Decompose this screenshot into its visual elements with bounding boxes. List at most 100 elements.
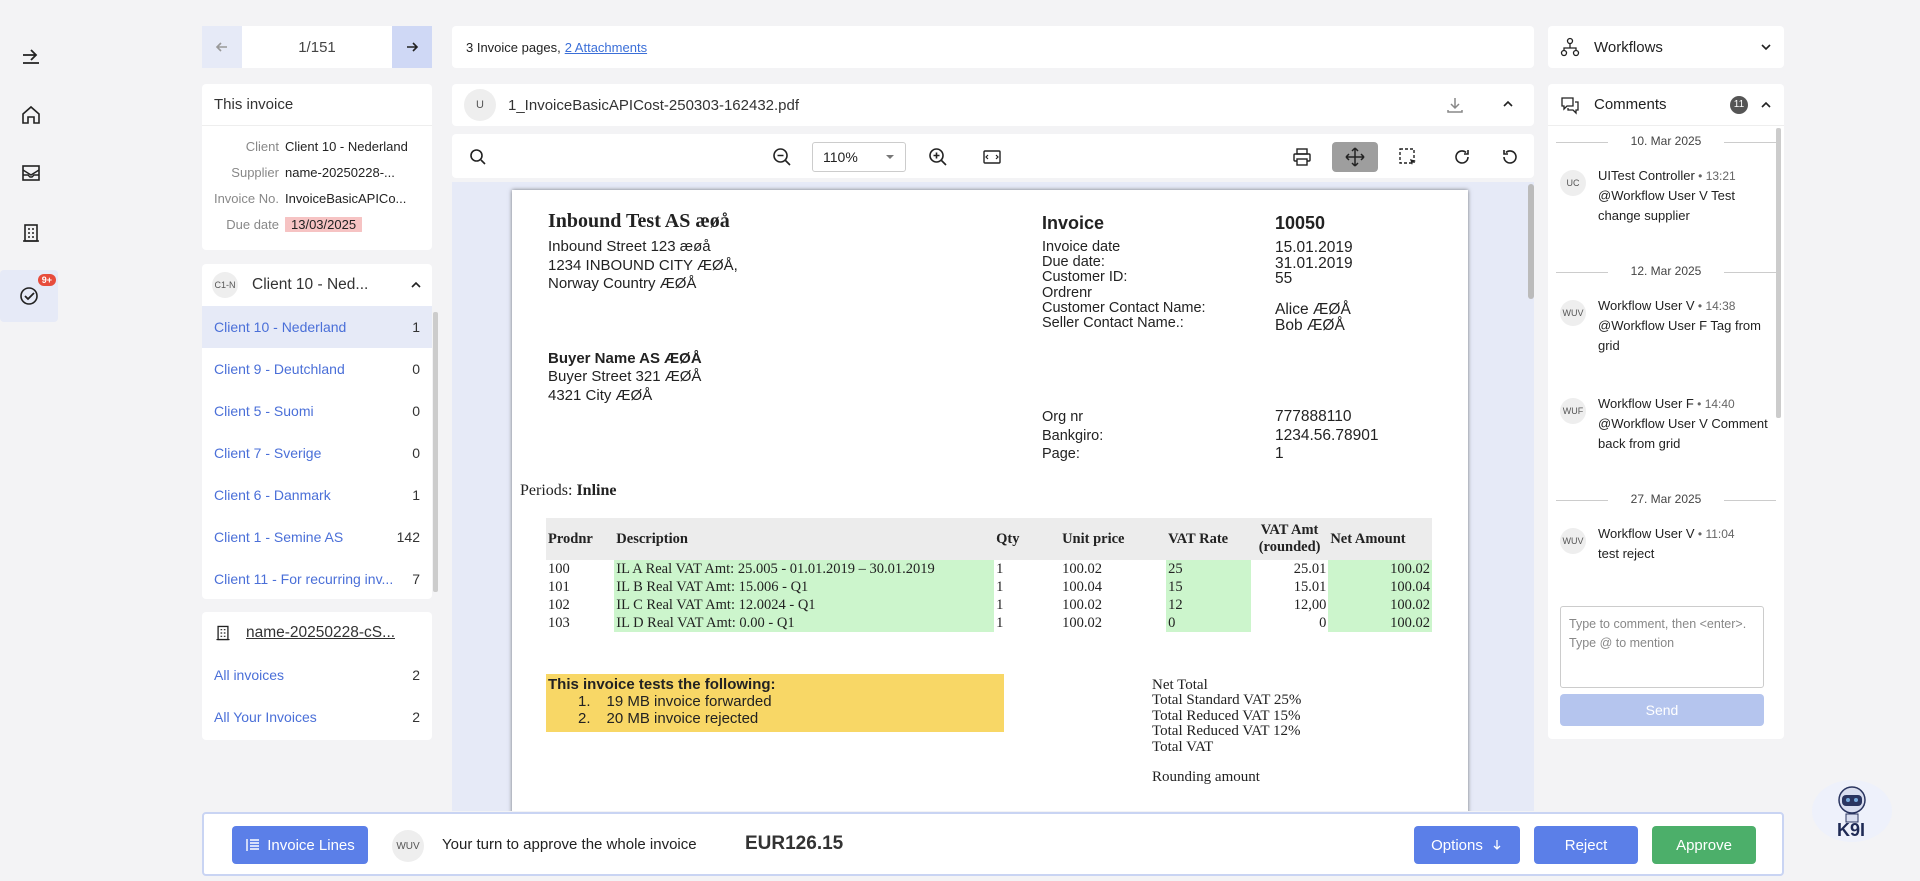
comment-mention[interactable]: @Workflow User V bbox=[1598, 188, 1708, 203]
detail-value: Client 10 - Nederland bbox=[285, 139, 420, 154]
collapse-menu-button[interactable] bbox=[10, 34, 52, 76]
table-row: 103 IL D Real VAT Amt: 0.00 - Q1 1 100.02 0 0… bbox=[546, 614, 1432, 632]
search-icon bbox=[470, 149, 486, 165]
comments-scrollbar[interactable] bbox=[1776, 128, 1781, 418]
pan-tool-button[interactable] bbox=[1332, 142, 1378, 172]
comment-item: UC UITest Controller • 13:21 @Workflow Use… bbox=[1560, 166, 1770, 226]
fit-width-button[interactable] bbox=[972, 142, 1012, 172]
supplier-header[interactable]: name-20250228-cS... bbox=[202, 612, 432, 654]
client-item[interactable]: Client 10 - Nederland 1 bbox=[202, 306, 432, 348]
attachments-link[interactable]: 2 Attachments bbox=[565, 40, 647, 55]
filter-count: 2 bbox=[412, 667, 420, 683]
client-name: Client 11 - For recurring inv... bbox=[214, 571, 394, 587]
comment-mention[interactable]: @Workflow User V bbox=[1598, 416, 1708, 431]
viewer-scrollbar[interactable] bbox=[1528, 184, 1534, 299]
invoice-lines-table: Prodnr Description Qty Unit price VAT Rate VA… bbox=[546, 518, 1432, 632]
client-item[interactable]: Client 9 - Deutchland 0 bbox=[202, 348, 432, 390]
print-button[interactable] bbox=[1282, 142, 1322, 172]
arrow-right-icon bbox=[407, 42, 419, 52]
invoice-details: Client Client 10 - Nederland Supplier name-… bbox=[202, 126, 432, 237]
collapse-document-button[interactable] bbox=[1502, 98, 1514, 110]
comment-author: Workflow User V bbox=[1598, 526, 1695, 541]
detail-key: Supplier bbox=[231, 164, 279, 180]
options-button[interactable]: Options bbox=[1414, 826, 1520, 864]
client-count: 0 bbox=[412, 403, 420, 419]
home-icon bbox=[22, 105, 40, 124]
table-cell: 100.02 bbox=[1328, 596, 1432, 614]
client-item[interactable]: Client 7 - Sverige 0 bbox=[202, 432, 432, 474]
clients-header[interactable]: C1-N Client 10 - Ned... bbox=[202, 264, 432, 306]
client-list-scrollbar[interactable] bbox=[433, 312, 438, 592]
detail-value: name-20250228-... bbox=[285, 165, 420, 180]
comment-time: 14:38 bbox=[1705, 299, 1736, 313]
comment-mention[interactable]: @Workflow User F bbox=[1598, 318, 1707, 333]
supplier-filter-item[interactable]: All invoices 2 bbox=[202, 654, 432, 696]
next-invoice-button[interactable] bbox=[392, 26, 432, 68]
text-line: 1234.56.78901 bbox=[1275, 426, 1379, 444]
select-area-icon bbox=[1399, 148, 1416, 165]
zoom-select[interactable]: 110% bbox=[812, 142, 906, 172]
seller-address: Inbound Street 123 æøå 1234 INBOUND CITY … bbox=[548, 238, 738, 294]
invoice-title: Invoice bbox=[1042, 213, 1105, 233]
client-name: Client 9 - Deutchland bbox=[214, 361, 345, 377]
client-item[interactable]: Client 6 - Danmark 1 bbox=[202, 474, 432, 516]
options-label: Options bbox=[1431, 836, 1483, 854]
approve-button[interactable]: Approve bbox=[1652, 826, 1756, 864]
text-line: Norway Country ÆØÅ bbox=[548, 275, 697, 292]
table-cell: 100.02 bbox=[1328, 560, 1432, 578]
comment-avatar: WUV bbox=[1560, 528, 1586, 554]
reset-button[interactable] bbox=[1490, 142, 1530, 172]
zoom-out-button[interactable] bbox=[762, 142, 802, 172]
chevron-up-icon bbox=[1503, 100, 1513, 107]
client-item[interactable]: Client 11 - For recurring inv... 7 bbox=[202, 558, 432, 600]
client-item[interactable]: Client 5 - Suomi 0 bbox=[202, 390, 432, 432]
this-invoice-panel: This invoice Client Client 10 - Nederland… bbox=[202, 84, 432, 250]
comment-item: WUV Workflow User V • 14:38 @Workflow User… bbox=[1560, 296, 1770, 356]
comment-time: 11:04 bbox=[1705, 527, 1735, 541]
inbox-button[interactable] bbox=[10, 152, 52, 194]
notification-badge: 9+ bbox=[37, 274, 56, 286]
supplier-title[interactable]: name-20250228-cS... bbox=[246, 624, 395, 642]
invoice-pager: 1/151 bbox=[202, 26, 432, 68]
invoice-lines-button[interactable]: Invoice Lines bbox=[232, 826, 368, 864]
text-line: 777888110 bbox=[1275, 408, 1352, 425]
comments-title: Comments bbox=[1594, 96, 1667, 113]
home-button[interactable] bbox=[10, 94, 52, 136]
attachments-bar: 3 Invoice pages, 2 Attachments bbox=[452, 26, 1534, 68]
detail-key: Invoice No. bbox=[213, 190, 279, 206]
organization-button[interactable] bbox=[10, 212, 52, 254]
zoom-in-button[interactable] bbox=[918, 142, 958, 172]
client-avatar: C1-N bbox=[212, 272, 238, 298]
comment-input[interactable]: Type to comment, then <enter>. Type @ to… bbox=[1560, 606, 1764, 688]
client-item[interactable]: Client 1 - Semine AS 142 bbox=[202, 516, 432, 558]
seller-name: Inbound Test AS æøå bbox=[548, 210, 730, 232]
tasks-button[interactable]: 9+ bbox=[0, 270, 58, 322]
supplier-panel: name-20250228-cS... All invoices 2 All You… bbox=[202, 612, 432, 740]
test-note-number: 2. bbox=[578, 710, 591, 727]
select-area-button[interactable] bbox=[1388, 142, 1428, 172]
table-row: 101 IL B Real VAT Amt: 15.006 - Q1 1 100.04… bbox=[546, 578, 1432, 596]
text-line: Customer ID: bbox=[1042, 269, 1128, 286]
text-line: Org nr bbox=[1042, 409, 1084, 425]
previous-invoice-button[interactable] bbox=[202, 26, 242, 68]
print-icon bbox=[1293, 148, 1311, 166]
pdf-viewer[interactable]: Inbound Test AS æøå Inbound Street 123 æ… bbox=[452, 182, 1534, 811]
workflows-panel[interactable]: Workflows bbox=[1548, 26, 1784, 68]
table-cell: IL A Real VAT Amt: 25.005 - 01.01.2019 –… bbox=[614, 560, 995, 578]
send-comment-button[interactable]: Send bbox=[1560, 694, 1764, 726]
comment-date-divider: 27. Mar 2025 bbox=[1556, 492, 1776, 506]
download-button[interactable] bbox=[1446, 96, 1464, 114]
rotate-button[interactable] bbox=[1442, 142, 1482, 172]
text-line bbox=[1152, 755, 1301, 770]
assistant-bot[interactable]: K9I bbox=[1812, 780, 1892, 842]
text-line: Total VAT bbox=[1152, 738, 1214, 755]
supplier-filter-item[interactable]: All Your Invoices 2 bbox=[202, 696, 432, 738]
reject-button[interactable]: Reject bbox=[1534, 826, 1638, 864]
comment-separator: • bbox=[1693, 397, 1705, 411]
comment-avatar: UC bbox=[1560, 170, 1586, 196]
pdf-search-button[interactable] bbox=[458, 142, 498, 172]
test-note-text: 20 MB invoice rejected bbox=[606, 710, 759, 727]
comments-icon bbox=[1561, 96, 1579, 115]
comments-header[interactable]: Comments 11 bbox=[1548, 84, 1784, 126]
rotate-icon bbox=[1455, 150, 1469, 164]
